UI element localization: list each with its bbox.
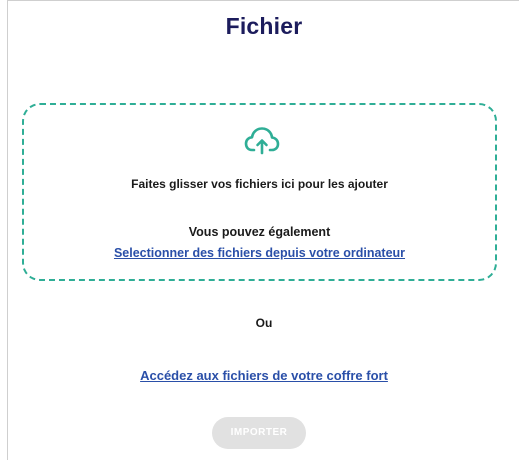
cloud-upload-icon xyxy=(244,127,280,155)
dropzone-instructions: Faites glisser vos fichiers ici pour les… xyxy=(131,177,388,191)
vault-files-link[interactable]: Accédez aux fichiers de votre coffre for… xyxy=(8,368,519,383)
file-upload-panel: Fichier Faites glisser vos fichiers ici … xyxy=(7,0,519,460)
dropzone-alternative-label: Vous pouvez également xyxy=(188,225,331,239)
select-files-link[interactable]: Selectionner des fichiers depuis votre o… xyxy=(24,246,495,260)
import-button[interactable]: IMPORTER xyxy=(212,417,306,449)
or-separator: Ou xyxy=(255,316,273,330)
file-dropzone[interactable]: Faites glisser vos fichiers ici pour les… xyxy=(22,103,497,281)
page-title: Fichier xyxy=(225,13,303,39)
